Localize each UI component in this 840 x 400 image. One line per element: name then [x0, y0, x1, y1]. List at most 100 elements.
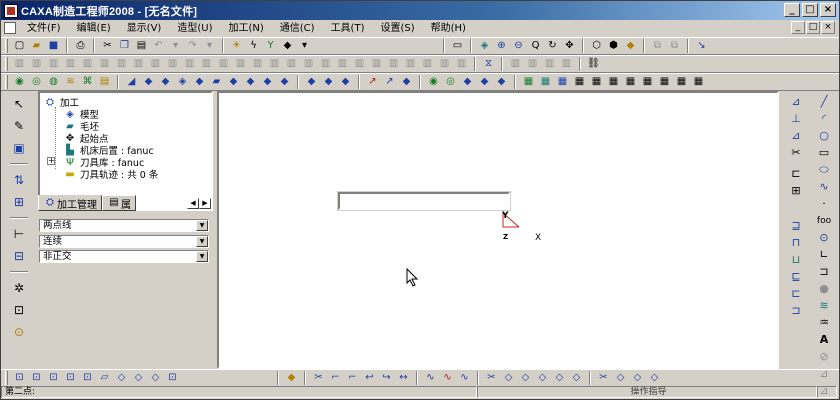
- surface-edit-icon[interactable]: ⊒: [787, 219, 805, 232]
- drawing-canvas[interactable]: Y Z X: [217, 91, 779, 369]
- array-icon[interactable]: ⊡: [10, 302, 28, 318]
- tool-n-icon[interactable]: ▥: [233, 57, 248, 71]
- tool-f-icon[interactable]: ▥: [97, 57, 112, 71]
- trim-a-icon[interactable]: ✂: [311, 371, 326, 385]
- surface-a-icon[interactable]: ◉: [12, 75, 27, 89]
- menu-edit[interactable]: 编辑(E): [69, 21, 119, 36]
- open-file-icon[interactable]: ▰: [29, 39, 44, 53]
- surface-b-icon[interactable]: ◎: [29, 75, 44, 89]
- view-c-icon[interactable]: ⊡: [46, 371, 61, 385]
- undo-dropdown-icon[interactable]: ▾: [168, 39, 183, 53]
- line-edit-icon[interactable]: ⊏: [787, 167, 805, 180]
- view-i-icon[interactable]: ◇: [148, 371, 163, 385]
- feature-f-icon[interactable]: ▰: [209, 75, 224, 89]
- op-h-icon[interactable]: ◇: [613, 371, 628, 385]
- surface-trim-icon[interactable]: ⊓: [787, 236, 805, 249]
- doc-minimize-button[interactable]: _: [791, 21, 805, 34]
- orthogonal-select[interactable]: 非正交 ▼: [39, 250, 209, 263]
- tool-a-icon[interactable]: ▥: [12, 57, 27, 71]
- path-a-icon[interactable]: ◉: [426, 75, 441, 89]
- tool-ad-icon[interactable]: ▥: [542, 57, 557, 71]
- save-icon[interactable]: ■: [46, 39, 61, 53]
- zoom-out-icon[interactable]: ⊖: [511, 39, 526, 53]
- op-d-icon[interactable]: ◇: [535, 371, 550, 385]
- menu-settings[interactable]: 设置(S): [372, 21, 422, 36]
- line-type-select[interactable]: 两点线 ▼: [39, 219, 209, 232]
- surface-join-icon[interactable]: ⊑: [787, 270, 805, 283]
- wireframe-icon[interactable]: ⬡: [589, 39, 604, 53]
- tool-v-icon[interactable]: ▥: [369, 57, 384, 71]
- menu-machining[interactable]: 加工(N): [220, 21, 271, 36]
- line-project-icon[interactable]: ⊞: [787, 184, 805, 197]
- menu-modeling[interactable]: 造型(U): [169, 21, 220, 36]
- view-h-icon[interactable]: ◇: [131, 371, 146, 385]
- menu-tools[interactable]: 工具(T): [323, 21, 373, 36]
- check-icon[interactable]: ⧖: [481, 57, 496, 71]
- tool-m-icon[interactable]: ▥: [216, 57, 231, 71]
- undo-icon[interactable]: ↶: [151, 39, 166, 53]
- view-g-icon[interactable]: ◇: [114, 371, 129, 385]
- nc-j-icon[interactable]: ▦: [674, 75, 689, 89]
- sketch-icon[interactable]: ▣: [10, 140, 28, 156]
- grid-icon[interactable]: ⊞: [10, 194, 28, 210]
- tool-ab-icon[interactable]: ▥: [508, 57, 523, 71]
- feature-b-icon[interactable]: ◆: [141, 75, 156, 89]
- dimension-line-icon[interactable]: ∟: [815, 248, 833, 261]
- op-e-icon[interactable]: ◇: [552, 371, 567, 385]
- tool-t-icon[interactable]: ▥: [335, 57, 350, 71]
- new-file-icon[interactable]: ▢: [12, 39, 27, 53]
- path-d-icon[interactable]: ◆: [477, 75, 492, 89]
- feature-k-icon[interactable]: ◆: [304, 75, 319, 89]
- expand-icon[interactable]: +: [47, 157, 55, 165]
- curve-break-icon[interactable]: ⊿: [787, 129, 805, 142]
- coordinate-icon[interactable]: ⇅: [10, 172, 28, 188]
- chevron-down-icon[interactable]: ▼: [196, 251, 208, 262]
- select-arrow-icon[interactable]: ↖: [10, 96, 28, 112]
- feature-m-icon[interactable]: ◆: [338, 75, 353, 89]
- trim-f-icon[interactable]: ↔: [396, 371, 411, 385]
- layer-icon[interactable]: ⧉: [650, 39, 665, 53]
- nc-f-icon[interactable]: ▦: [606, 75, 621, 89]
- zoom-region-icon[interactable]: ◈: [477, 39, 492, 53]
- view-d-icon[interactable]: ⊡: [63, 371, 78, 385]
- pencil-icon[interactable]: ✎: [10, 118, 28, 134]
- rotate-icon[interactable]: ↻: [545, 39, 560, 53]
- shape-a-icon[interactable]: ●: [815, 282, 833, 295]
- nc-a-icon[interactable]: ▦: [521, 75, 536, 89]
- nc-h-icon[interactable]: ▦: [640, 75, 655, 89]
- spline-icon[interactable]: ∿: [815, 180, 833, 193]
- nc-k-icon[interactable]: ▦: [691, 75, 706, 89]
- op-i-icon[interactable]: ◇: [630, 371, 645, 385]
- menu-view[interactable]: 显示(V): [119, 21, 170, 36]
- polygon-icon[interactable]: ⊙: [815, 231, 833, 244]
- nc-i-icon[interactable]: ▦: [657, 75, 672, 89]
- path-e-icon[interactable]: ◆: [494, 75, 509, 89]
- tab-scroll-right-icon[interactable]: ▶: [199, 197, 211, 209]
- layer2-icon[interactable]: ⧉: [667, 39, 682, 53]
- shape-c-icon[interactable]: ♒: [815, 316, 833, 329]
- surface-f-icon[interactable]: ▤: [97, 75, 112, 89]
- tool-h-icon[interactable]: ▥: [131, 57, 146, 71]
- tool-ac-icon[interactable]: ▥: [525, 57, 540, 71]
- menu-help[interactable]: 帮助(H): [423, 21, 474, 36]
- wave-b-icon[interactable]: ∿: [440, 371, 455, 385]
- tool-d-icon[interactable]: ▥: [63, 57, 78, 71]
- lightning-icon[interactable]: ϟ: [246, 39, 261, 53]
- arc-icon[interactable]: ◜: [815, 112, 833, 125]
- op-a-icon[interactable]: ✂: [484, 371, 499, 385]
- tree-item-tool-path[interactable]: ▬ 刀具轨迹 : 共 0 条: [64, 167, 158, 182]
- menu-communication[interactable]: 通信(C): [272, 21, 323, 36]
- copy-icon[interactable]: ❐: [117, 39, 132, 53]
- tool-s-icon[interactable]: ▥: [318, 57, 333, 71]
- tool-l-icon[interactable]: ▥: [199, 57, 214, 71]
- paste-icon[interactable]: ▤: [134, 39, 149, 53]
- pan-icon[interactable]: ✥: [562, 39, 577, 53]
- size-grip-icon[interactable]: [817, 386, 837, 398]
- offset-icon[interactable]: ⊐: [815, 265, 833, 278]
- tool-k-icon[interactable]: ▥: [182, 57, 197, 71]
- toolbar-grip[interactable]: [5, 57, 8, 71]
- tab-scroll-left-icon[interactable]: ◀: [187, 197, 199, 209]
- toolbar-grip[interactable]: [5, 370, 8, 385]
- toolbar-grip[interactable]: [5, 75, 8, 89]
- shaded-icon[interactable]: ◆: [623, 39, 638, 53]
